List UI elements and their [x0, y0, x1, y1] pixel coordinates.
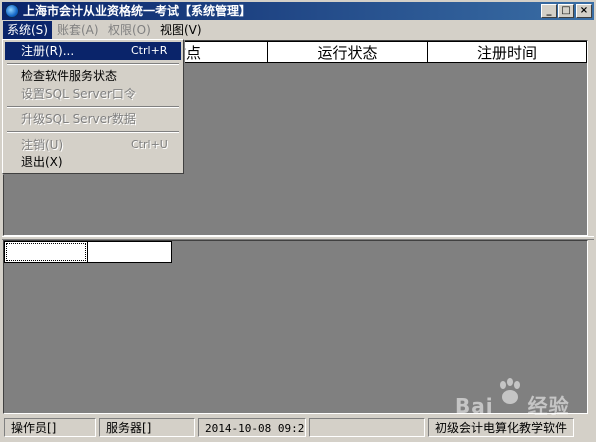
window-title: 上海市会计从业资格统一考试【系统管理】 [23, 4, 252, 18]
menu-item-label: 退出(X) [21, 155, 63, 169]
status-product: 初级会计电算化教学软件 [428, 418, 574, 437]
watermark-brand: Bai [455, 394, 494, 418]
column-header-status[interactable]: 运行状态 [267, 41, 428, 63]
menu-item-upgrade-sql-data[interactable]: 升级SQL Server数据 [5, 110, 181, 128]
menu-system[interactable]: 系统(S) [3, 21, 52, 39]
grid-cell[interactable] [87, 241, 172, 263]
status-operator: 操作员[] [4, 418, 96, 437]
app-icon[interactable] [5, 4, 19, 18]
app-window: 上海市会计从业资格统一考试【系统管理】 _ □ × 系统(S) 账套(A) 权限… [0, 0, 596, 442]
status-server: 服务器[] [99, 418, 195, 437]
column-header-register-time[interactable]: 注册时间 [427, 41, 587, 63]
menu-item-label: 注册(R)... [21, 44, 75, 58]
menu-view[interactable]: 视图(V) [156, 21, 206, 39]
menu-separator [7, 131, 179, 133]
menu-bar: 系统(S) 账套(A) 权限(O) 视图(V) [2, 21, 594, 39]
menu-item-label: 设置SQL Server口令 [21, 87, 136, 101]
maximize-button[interactable]: □ [558, 4, 574, 18]
watermark-text: Bai 经验 [455, 390, 570, 419]
menu-item-check-service[interactable]: 检查软件服务状态 [5, 67, 181, 85]
title-bar[interactable]: 上海市会计从业资格统一考试【系统管理】 _ □ × [2, 2, 594, 20]
menu-item-logout[interactable]: 注销(U) Ctrl+U [5, 136, 181, 154]
menu-permission[interactable]: 权限(O) [104, 21, 155, 39]
menu-item-shortcut: Ctrl+U [131, 138, 168, 151]
menu-item-label: 注销(U) [21, 138, 64, 152]
system-menu-dropdown: 注册(R)... Ctrl+R 检查软件服务状态 设置SQL Server口令 … [2, 39, 184, 174]
menu-item-label: 检查软件服务状态 [21, 69, 118, 83]
watermark-jingyan: 经验 [527, 394, 570, 418]
menu-separator [7, 63, 179, 65]
grid-cell[interactable] [4, 241, 88, 263]
menu-separator [7, 106, 179, 108]
menu-item-shortcut: Ctrl+R [131, 44, 168, 57]
resize-grip[interactable] [577, 418, 592, 437]
menu-account[interactable]: 账套(A) [53, 21, 103, 39]
close-button[interactable]: × [576, 4, 592, 18]
menu-item-register[interactable]: 注册(R)... Ctrl+R [5, 42, 181, 60]
menu-item-set-sql-password[interactable]: 设置SQL Server口令 [5, 85, 181, 103]
status-datetime: 2014-10-08 09:27 [198, 418, 306, 437]
menu-item-label: 升级SQL Server数据 [21, 112, 136, 126]
status-bar: 操作员[] 服务器[] 2014-10-08 09:27 初级会计电算化教学软件 [2, 417, 594, 439]
baidu-watermark: Bai 经验 [455, 378, 580, 418]
menu-item-exit[interactable]: 退出(X) [5, 153, 181, 171]
status-empty [309, 418, 425, 437]
minimize-button[interactable]: _ [541, 4, 557, 18]
